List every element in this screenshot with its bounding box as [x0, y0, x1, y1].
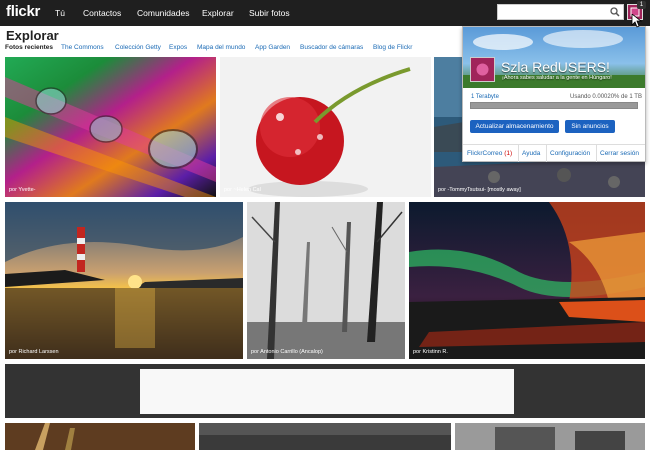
- divider: [518, 145, 519, 162]
- mouse-cursor-icon: [631, 14, 642, 28]
- photo-image: [409, 202, 645, 359]
- profile-greeting: ¡Ahora sabes saludar a la gente en Húnga…: [502, 75, 612, 81]
- tab-app-garden[interactable]: App Garden: [255, 44, 290, 51]
- settings-link[interactable]: Configuración: [550, 150, 590, 157]
- photo-credit[interactable]: por -TommyTsutsui- [mostly away]: [438, 187, 521, 193]
- no-ads-button[interactable]: Sin anuncios: [565, 120, 615, 133]
- help-link[interactable]: Ayuda: [522, 150, 540, 157]
- tab-camera-finder[interactable]: Buscador de cámaras: [300, 44, 363, 51]
- profile-dropdown-panel: Szla RedUSERS! ¡Ahora sabes saludar a la…: [462, 26, 646, 162]
- photo-volcano-aurora[interactable]: por Kristinn R.: [409, 202, 645, 359]
- tab-flickr-blog[interactable]: Blog de Flickr: [373, 44, 412, 51]
- photo-lighthouse-sunset[interactable]: por Richard Larssen: [5, 202, 243, 359]
- photo-foggy-forest[interactable]: por Antonio Carrillo (Ancalop): [247, 202, 405, 359]
- avatar-image: [471, 58, 494, 81]
- profile-cover: Szla RedUSERS! ¡Ahora sabes saludar a la…: [463, 27, 645, 88]
- nav-communities[interactable]: Comunidades: [137, 8, 189, 18]
- profile-name[interactable]: Szla RedUSERS!: [501, 59, 610, 75]
- nav-you[interactable]: Tú: [55, 8, 65, 18]
- tab-world-map[interactable]: Mapa del mundo: [197, 44, 245, 51]
- top-navigation-bar: flickr Tú Contactos Comunidades Explorar…: [0, 0, 650, 26]
- photo-credit[interactable]: por ~Helen Cal: [224, 187, 261, 193]
- photo-image: [455, 423, 645, 450]
- tab-expos[interactable]: Expos: [169, 44, 187, 51]
- photo-credit[interactable]: por Richard Larssen: [9, 349, 59, 355]
- photo-image: [247, 202, 405, 359]
- flickr-mail-count: (1): [504, 150, 513, 157]
- photo-image: [199, 423, 451, 450]
- search-icon[interactable]: [610, 7, 620, 17]
- storage-usage-text: Usando 0.00020% de 1 TB: [570, 94, 642, 100]
- photo-credit[interactable]: por Yvette-: [9, 187, 36, 193]
- ad-banner-area: [5, 364, 645, 418]
- page-title: Explorar: [6, 28, 59, 43]
- tab-getty-collection[interactable]: Colección Getty: [115, 44, 161, 51]
- divider: [546, 145, 547, 162]
- photo-cherry[interactable]: por ~Helen Cal: [220, 57, 431, 197]
- profile-footer-links: FlickrCorreo (1) Ayuda Configuración Cer…: [463, 144, 645, 162]
- flickr-mail-label: FlickrCorreo: [467, 150, 503, 157]
- photo-image: [5, 57, 216, 197]
- photo-credit[interactable]: por Antonio Carrillo (Ancalop): [251, 349, 323, 355]
- logout-link[interactable]: Cerrar sesión: [600, 150, 639, 157]
- photo-row3-3[interactable]: [455, 423, 645, 450]
- photo-image: [5, 423, 195, 450]
- nav-upload[interactable]: Subir fotos: [249, 8, 290, 18]
- flickr-logo[interactable]: flickr: [6, 3, 40, 20]
- flickr-mail-link[interactable]: FlickrCorreo (1): [467, 150, 512, 157]
- notification-badge[interactable]: 1: [637, 1, 646, 9]
- photo-image: [220, 57, 431, 197]
- storage-progress-bar: [470, 102, 638, 109]
- nav-contacts[interactable]: Contactos: [83, 8, 121, 18]
- photo-row3-2[interactable]: [199, 423, 451, 450]
- photo-row3-1[interactable]: [5, 423, 195, 450]
- tab-recent-photos[interactable]: Fotos recientes: [5, 44, 53, 51]
- nav-explore[interactable]: Explorar: [202, 8, 234, 18]
- storage-plan-label[interactable]: 1 Terabyte: [471, 94, 499, 100]
- divider: [596, 145, 597, 162]
- upgrade-storage-button[interactable]: Actualizar almacenamiento: [470, 120, 559, 133]
- ad-banner[interactable]: [140, 369, 514, 414]
- photo-image: [5, 202, 243, 359]
- profile-avatar[interactable]: [470, 57, 495, 82]
- search-input[interactable]: [497, 4, 624, 20]
- photo-credit[interactable]: por Kristinn R.: [413, 349, 448, 355]
- photo-water-drops[interactable]: por Yvette-: [5, 57, 216, 197]
- tab-the-commons[interactable]: The Commons: [61, 44, 104, 51]
